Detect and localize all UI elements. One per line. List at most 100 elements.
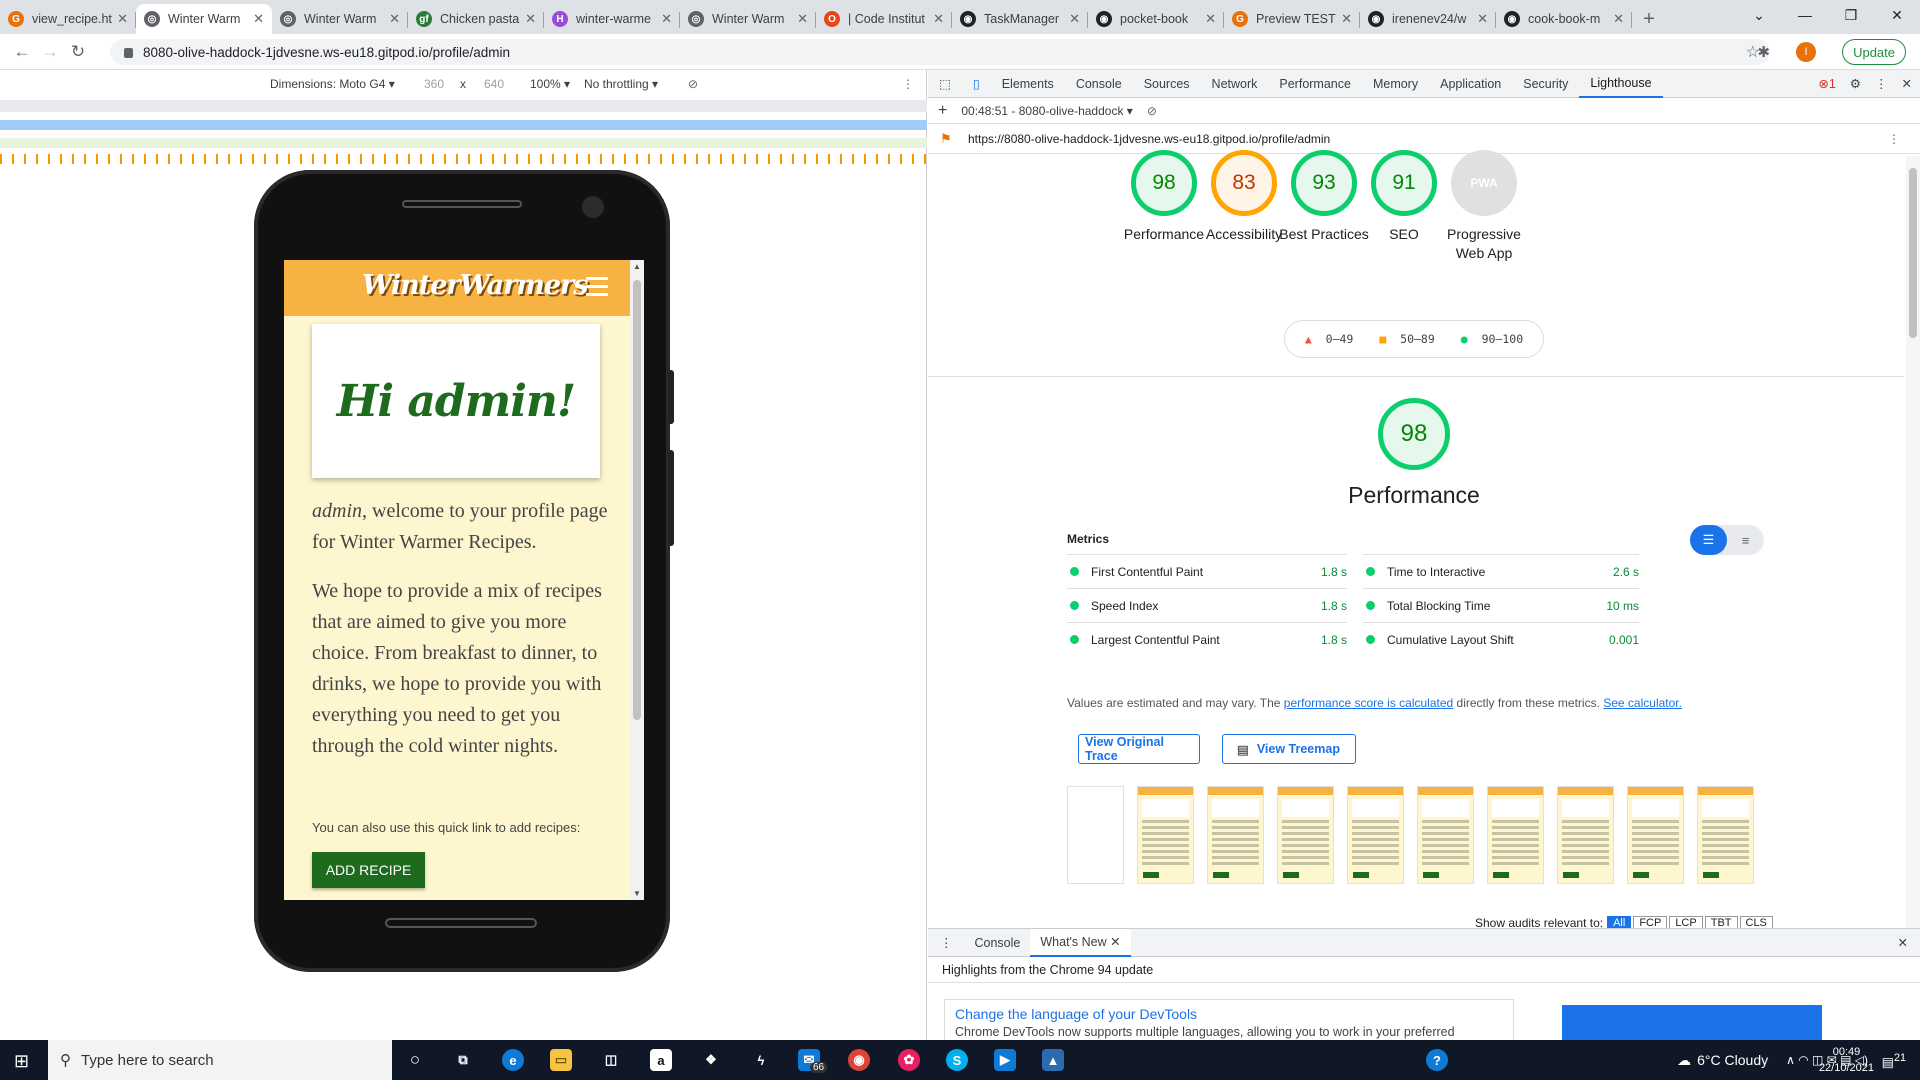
- scroll-thumb[interactable]: [633, 280, 641, 720]
- edge-icon[interactable]: e: [502, 1049, 524, 1071]
- windows-start-icon[interactable]: ⊞: [14, 1051, 29, 1072]
- app-icon[interactable]: ✿: [898, 1049, 920, 1071]
- cortana-icon[interactable]: ○: [404, 1049, 426, 1071]
- chrome-icon[interactable]: ◉: [848, 1049, 870, 1071]
- throttle-select[interactable]: No throttling ▾: [584, 77, 658, 91]
- hamburger-menu-icon[interactable]: [586, 277, 608, 301]
- clear-icon[interactable]: ⊘: [1147, 104, 1157, 118]
- device-dimensions-select[interactable]: Dimensions: Moto G4 ▾: [270, 77, 395, 91]
- close-tab-icon[interactable]: ✕: [117, 11, 128, 27]
- devtools-tab[interactable]: Lighthouse: [1579, 70, 1663, 98]
- media-query-bar-minmax[interactable]: [0, 100, 927, 112]
- more-icon[interactable]: ⋮: [1875, 76, 1888, 91]
- report-select[interactable]: 00:48:51 - 8080-olive-haddock ▾: [961, 104, 1132, 118]
- close-devtools-icon[interactable]: ✕: [1902, 76, 1912, 91]
- close-tab-icon[interactable]: ✕: [661, 11, 672, 27]
- devtools-tab[interactable]: Network: [1201, 70, 1269, 98]
- report-url[interactable]: https://8080-olive-haddock-1jdvesne.ws-e…: [968, 132, 1330, 146]
- devtools-tab[interactable]: Security: [1512, 70, 1579, 98]
- store-icon[interactable]: ◫: [600, 1049, 622, 1071]
- app-icon[interactable]: ϟ: [750, 1049, 772, 1071]
- new-tab-button[interactable]: +: [1632, 4, 1666, 34]
- browser-tab[interactable]: ◉ cook-book-m ✕: [1496, 4, 1632, 34]
- media-query-bar-max[interactable]: [0, 120, 927, 130]
- close-tab-icon[interactable]: ✕: [933, 11, 944, 27]
- device-height[interactable]: 640: [484, 77, 504, 91]
- new-report-icon[interactable]: +: [938, 102, 947, 120]
- browser-tab[interactable]: Hwinter-warme ✕: [544, 4, 680, 34]
- devtools-tab[interactable]: Performance: [1268, 70, 1362, 98]
- close-tab-icon[interactable]: ✕: [1341, 11, 1352, 27]
- tab-search-icon[interactable]: ⌄: [1736, 0, 1782, 30]
- devtools-tab[interactable]: Elements: [991, 70, 1065, 98]
- close-tab-icon[interactable]: ✕: [1110, 934, 1120, 949]
- close-tab-icon[interactable]: ✕: [253, 11, 264, 27]
- view-trace-button[interactable]: View Original Trace: [1078, 734, 1200, 764]
- update-button[interactable]: Update: [1842, 39, 1906, 65]
- skype-icon[interactable]: S: [946, 1049, 968, 1071]
- browser-tab[interactable]: gf Chicken pasta ✕: [408, 4, 544, 34]
- zoom-select[interactable]: 100% ▾: [530, 77, 570, 91]
- drawer-tab-console[interactable]: Console: [965, 936, 1031, 950]
- scroll-up-icon[interactable]: ▲: [633, 262, 641, 271]
- scroll-down-icon[interactable]: ▼: [633, 889, 641, 898]
- close-drawer-icon[interactable]: ✕: [1898, 935, 1920, 950]
- device-toggle-icon[interactable]: ▯: [962, 70, 991, 98]
- close-tab-icon[interactable]: ✕: [525, 11, 536, 27]
- avatar[interactable]: I: [1796, 42, 1816, 62]
- photos-icon[interactable]: ▲: [1042, 1049, 1064, 1071]
- browser-tab[interactable]: Gview_recipe.ht ✕: [0, 4, 136, 34]
- compact-view-icon[interactable]: ☰: [1690, 525, 1727, 555]
- media-query-bar-min[interactable]: [0, 138, 927, 148]
- page-scrollbar[interactable]: ▲ ▼: [630, 260, 644, 900]
- metrics-view-toggle[interactable]: ☰ ≡: [1690, 525, 1764, 555]
- url-field[interactable]: 8080-olive-haddock-1jdvesne.ws-eu18.gitp…: [110, 39, 1770, 65]
- error-count[interactable]: ⊗1: [1818, 76, 1835, 91]
- amazon-icon[interactable]: a: [650, 1049, 672, 1071]
- browser-tab[interactable]: G Preview TEST ✕: [1224, 4, 1360, 34]
- site-brand[interactable]: WinterWarmers: [362, 270, 588, 301]
- devtools-tab[interactable]: Sources: [1133, 70, 1201, 98]
- devtools-tab[interactable]: Memory: [1362, 70, 1429, 98]
- browser-tab[interactable]: ◎ Winter Warm ✕: [136, 4, 272, 34]
- browser-tab[interactable]: ◉ TaskManager ✕: [952, 4, 1088, 34]
- browser-tab[interactable]: ◎ Winter Warm ✕: [272, 4, 408, 34]
- restore-button[interactable]: ❐: [1828, 0, 1874, 30]
- media-icon[interactable]: ▶: [994, 1049, 1016, 1071]
- rotate-icon[interactable]: ⊘: [688, 77, 698, 91]
- weather-text[interactable]: 6°C Cloudy: [1697, 1052, 1768, 1068]
- close-tab-icon[interactable]: ✕: [1069, 11, 1080, 27]
- close-tab-icon[interactable]: ✕: [1205, 11, 1216, 27]
- more-options-icon[interactable]: ⋮: [902, 77, 914, 91]
- settings-icon[interactable]: ⚙: [1850, 76, 1861, 91]
- minimize-button[interactable]: —: [1782, 0, 1828, 30]
- close-tab-icon[interactable]: ✕: [1477, 11, 1488, 27]
- see-calculator-link[interactable]: See calculator.: [1603, 696, 1682, 710]
- browser-tab[interactable]: ◎ Winter Warm ✕: [680, 4, 816, 34]
- expanded-view-icon[interactable]: ≡: [1727, 525, 1764, 555]
- dropbox-icon[interactable]: ❖: [700, 1049, 722, 1071]
- close-window-button[interactable]: ✕: [1874, 0, 1920, 30]
- add-recipe-button[interactable]: ADD RECIPE: [312, 852, 425, 888]
- browser-tab[interactable]: ◉ pocket-book ✕: [1088, 4, 1224, 34]
- category-score[interactable]: 93 Best Practices: [1279, 150, 1369, 244]
- extensions-icon[interactable]: ✱: [1757, 43, 1770, 61]
- inspect-icon[interactable]: ⬚: [928, 70, 962, 98]
- category-score[interactable]: 98 Performance: [1119, 150, 1209, 244]
- reload-icon[interactable]: ↻: [64, 42, 92, 62]
- view-treemap-button[interactable]: ▤ View Treemap: [1222, 734, 1356, 764]
- drawer-menu-icon[interactable]: ⋮: [928, 935, 965, 950]
- devtools-tab[interactable]: Application: [1429, 70, 1512, 98]
- file-explorer-icon[interactable]: ▭: [550, 1049, 572, 1071]
- devtools-tab[interactable]: Console: [1065, 70, 1133, 98]
- browser-tab[interactable]: ◉ irenenev24/w ✕: [1360, 4, 1496, 34]
- help-icon[interactable]: ?: [1426, 1049, 1448, 1071]
- close-tab-icon[interactable]: ✕: [1613, 11, 1624, 27]
- notifications-icon[interactable]: ▤21: [1882, 1052, 1906, 1070]
- report-scrollbar[interactable]: [1906, 156, 1920, 996]
- clock[interactable]: 00:49 22/10/2021: [1819, 1044, 1874, 1076]
- browser-tab[interactable]: O | Code Institut ✕: [816, 4, 952, 34]
- category-score[interactable]: 91 SEO: [1359, 150, 1449, 244]
- forward-icon[interactable]: →: [36, 42, 64, 62]
- score-calculated-link[interactable]: performance score is calculated: [1284, 696, 1453, 710]
